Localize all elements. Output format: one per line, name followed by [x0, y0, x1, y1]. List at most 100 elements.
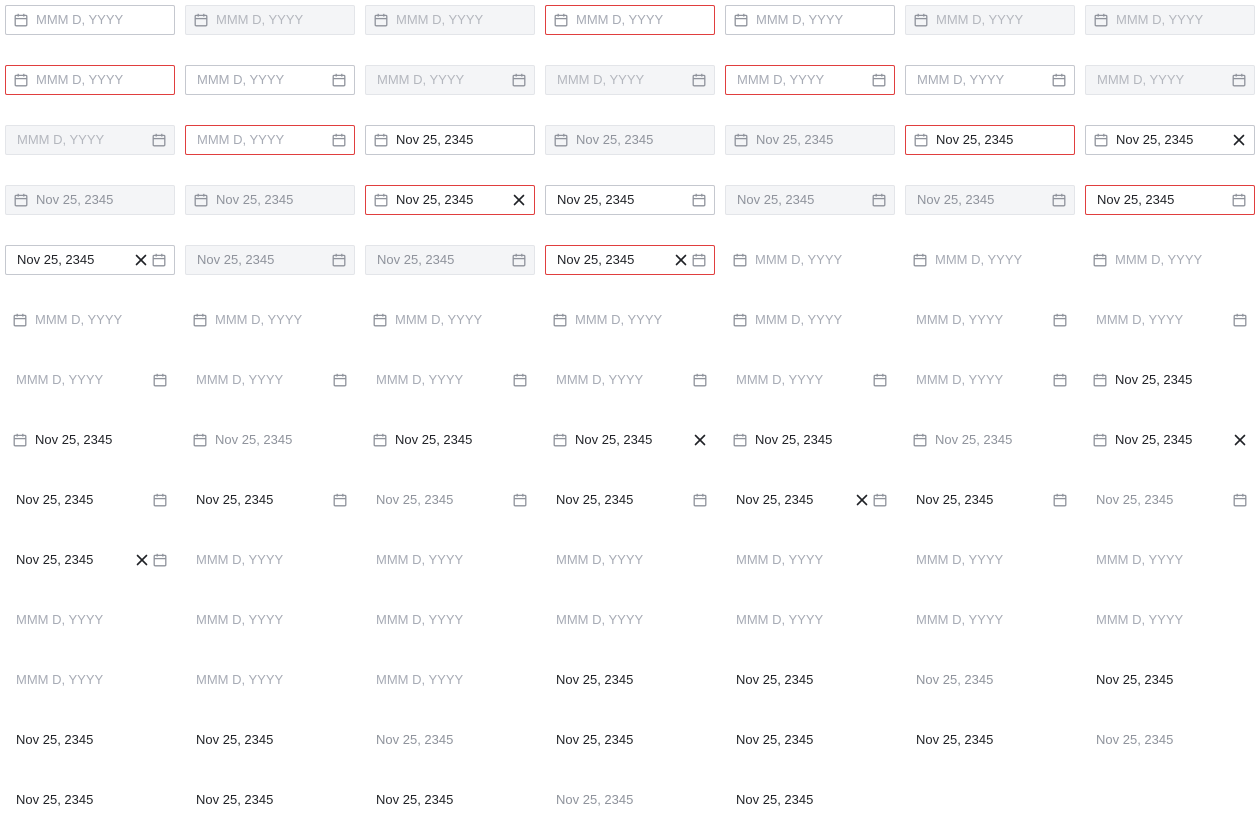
date-input[interactable]: Nov 25, 2345: [545, 785, 715, 815]
date-input[interactable]: MMM D, YYYY: [725, 245, 895, 275]
date-input[interactable]: MMM D, YYYY: [905, 65, 1075, 95]
date-input[interactable]: MMM D, YYYY: [1085, 545, 1255, 575]
calendar-icon[interactable]: [692, 193, 706, 207]
date-input[interactable]: MMM D, YYYY: [365, 65, 535, 95]
calendar-icon[interactable]: [553, 433, 567, 447]
calendar-icon[interactable]: [733, 253, 747, 267]
calendar-icon[interactable]: [374, 193, 388, 207]
date-input[interactable]: MMM D, YYYY: [365, 605, 535, 635]
date-input[interactable]: MMM D, YYYY: [905, 245, 1075, 275]
close-icon[interactable]: [693, 433, 707, 447]
date-input[interactable]: Nov 25, 2345: [545, 245, 715, 275]
date-input[interactable]: Nov 25, 2345: [725, 185, 895, 215]
calendar-icon[interactable]: [194, 193, 208, 207]
date-input[interactable]: Nov 25, 2345: [5, 245, 175, 275]
calendar-icon[interactable]: [1052, 193, 1066, 207]
date-input[interactable]: MMM D, YYYY: [725, 545, 895, 575]
calendar-icon[interactable]: [1232, 73, 1246, 87]
calendar-icon[interactable]: [152, 133, 166, 147]
date-input[interactable]: MMM D, YYYY: [545, 545, 715, 575]
calendar-icon[interactable]: [1233, 493, 1247, 507]
calendar-icon[interactable]: [153, 373, 167, 387]
calendar-icon[interactable]: [1093, 373, 1107, 387]
date-input[interactable]: Nov 25, 2345: [5, 785, 175, 815]
close-icon[interactable]: [855, 493, 869, 507]
date-input[interactable]: Nov 25, 2345: [725, 725, 895, 755]
date-input[interactable]: MMM D, YYYY: [1085, 245, 1255, 275]
date-input[interactable]: Nov 25, 2345: [365, 185, 535, 215]
date-input[interactable]: Nov 25, 2345: [725, 125, 895, 155]
calendar-icon[interactable]: [1093, 433, 1107, 447]
calendar-icon[interactable]: [914, 13, 928, 27]
date-input[interactable]: Nov 25, 2345: [545, 125, 715, 155]
close-icon[interactable]: [674, 253, 688, 267]
calendar-icon[interactable]: [153, 493, 167, 507]
close-icon[interactable]: [134, 253, 148, 267]
date-input[interactable]: MMM D, YYYY: [545, 305, 715, 335]
calendar-icon[interactable]: [153, 553, 167, 567]
date-input[interactable]: MMM D, YYYY: [5, 305, 175, 335]
calendar-icon[interactable]: [914, 133, 928, 147]
date-input[interactable]: MMM D, YYYY: [1085, 5, 1255, 35]
calendar-icon[interactable]: [333, 493, 347, 507]
calendar-icon[interactable]: [873, 493, 887, 507]
date-input[interactable]: MMM D, YYYY: [365, 545, 535, 575]
date-input[interactable]: Nov 25, 2345: [365, 245, 535, 275]
calendar-icon[interactable]: [734, 13, 748, 27]
calendar-icon[interactable]: [692, 73, 706, 87]
date-input[interactable]: MMM D, YYYY: [5, 65, 175, 95]
date-input[interactable]: MMM D, YYYY: [905, 365, 1075, 395]
calendar-icon[interactable]: [194, 13, 208, 27]
calendar-icon[interactable]: [14, 193, 28, 207]
date-input[interactable]: Nov 25, 2345: [1085, 125, 1255, 155]
calendar-icon[interactable]: [513, 373, 527, 387]
date-input[interactable]: MMM D, YYYY: [365, 665, 535, 695]
calendar-icon[interactable]: [692, 253, 706, 267]
calendar-icon[interactable]: [1053, 493, 1067, 507]
date-input[interactable]: MMM D, YYYY: [545, 65, 715, 95]
calendar-icon[interactable]: [374, 13, 388, 27]
calendar-icon[interactable]: [332, 253, 346, 267]
calendar-icon[interactable]: [14, 13, 28, 27]
calendar-icon[interactable]: [553, 313, 567, 327]
calendar-icon[interactable]: [193, 313, 207, 327]
date-input[interactable]: Nov 25, 2345: [5, 545, 175, 575]
date-input[interactable]: MMM D, YYYY: [365, 5, 535, 35]
date-input[interactable]: MMM D, YYYY: [545, 605, 715, 635]
date-input[interactable]: Nov 25, 2345: [1085, 365, 1255, 395]
date-input[interactable]: MMM D, YYYY: [185, 305, 355, 335]
date-input[interactable]: MMM D, YYYY: [905, 5, 1075, 35]
close-icon[interactable]: [135, 553, 149, 567]
date-input[interactable]: Nov 25, 2345: [5, 485, 175, 515]
calendar-icon[interactable]: [913, 433, 927, 447]
calendar-icon[interactable]: [1093, 253, 1107, 267]
date-input[interactable]: Nov 25, 2345: [905, 425, 1075, 455]
date-input[interactable]: Nov 25, 2345: [545, 485, 715, 515]
calendar-icon[interactable]: [554, 133, 568, 147]
date-input[interactable]: Nov 25, 2345: [725, 425, 895, 455]
date-input[interactable]: Nov 25, 2345: [185, 725, 355, 755]
date-input[interactable]: Nov 25, 2345: [185, 485, 355, 515]
date-input[interactable]: Nov 25, 2345: [365, 785, 535, 815]
calendar-icon[interactable]: [512, 253, 526, 267]
date-input[interactable]: MMM D, YYYY: [185, 605, 355, 635]
calendar-icon[interactable]: [872, 193, 886, 207]
date-input[interactable]: Nov 25, 2345: [185, 785, 355, 815]
date-input[interactable]: MMM D, YYYY: [5, 605, 175, 635]
date-input[interactable]: MMM D, YYYY: [1085, 65, 1255, 95]
date-input[interactable]: Nov 25, 2345: [905, 485, 1075, 515]
calendar-icon[interactable]: [513, 493, 527, 507]
date-input[interactable]: MMM D, YYYY: [545, 5, 715, 35]
calendar-icon[interactable]: [734, 133, 748, 147]
date-input[interactable]: MMM D, YYYY: [185, 5, 355, 35]
calendar-icon[interactable]: [1094, 133, 1108, 147]
date-input[interactable]: MMM D, YYYY: [365, 305, 535, 335]
date-input[interactable]: Nov 25, 2345: [1085, 185, 1255, 215]
date-input[interactable]: MMM D, YYYY: [185, 365, 355, 395]
calendar-icon[interactable]: [1053, 313, 1067, 327]
date-input[interactable]: MMM D, YYYY: [5, 5, 175, 35]
date-input[interactable]: MMM D, YYYY: [5, 665, 175, 695]
date-input[interactable]: MMM D, YYYY: [725, 305, 895, 335]
close-icon[interactable]: [1233, 433, 1247, 447]
calendar-icon[interactable]: [1094, 13, 1108, 27]
